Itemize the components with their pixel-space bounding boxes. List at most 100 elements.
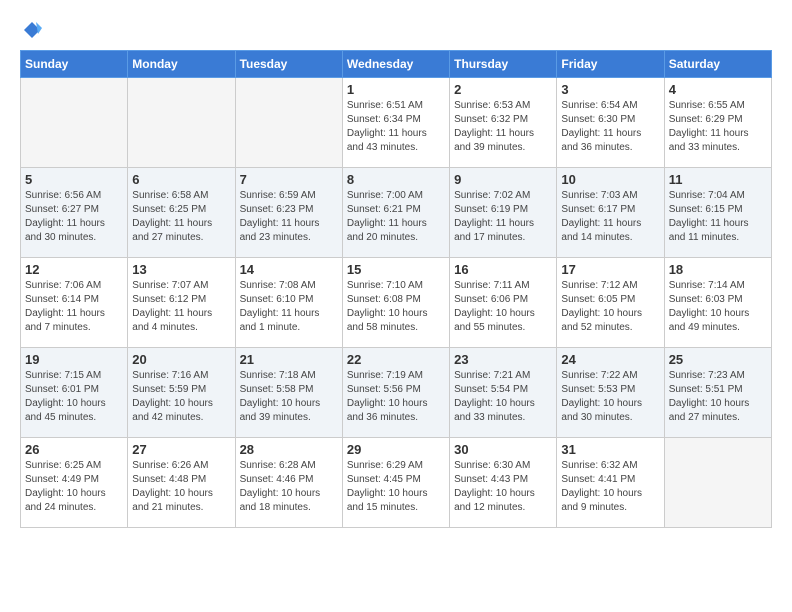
calendar-day-25: 25 Sunrise: 7:23 AM Sunset: 5:51 PM Dayli… bbox=[664, 348, 771, 438]
calendar-day-7: 7 Sunrise: 6:59 AM Sunset: 6:23 PM Daylig… bbox=[235, 168, 342, 258]
day-number: 1 bbox=[347, 82, 445, 97]
day-number: 25 bbox=[669, 352, 767, 367]
day-info: Sunrise: 6:58 AM Sunset: 6:25 PM Dayligh… bbox=[132, 189, 230, 245]
day-info: Sunrise: 7:00 AM Sunset: 6:21 PM Dayligh… bbox=[347, 189, 445, 245]
calendar-day-13: 13Sunrise: 7:07 AM Sunset: 6:12 PM Dayli… bbox=[128, 258, 235, 348]
weekday-header-sunday: Sunday bbox=[21, 51, 128, 78]
calendar-day-12: 12 Sunrise: 7:06 AM Sunset: 6:14 PM Dayli… bbox=[21, 258, 128, 348]
calendar-day-16: 16Sunrise: 7:11 AM Sunset: 6:06 PM Dayli… bbox=[450, 258, 557, 348]
day-info: Sunrise: 7:18 AM Sunset: 5:58 PM Dayligh… bbox=[240, 369, 338, 425]
day-info: Sunrise: 7:06 AM Sunset: 6:14 PM Dayligh… bbox=[25, 279, 123, 335]
calendar-day-9: 9 Sunrise: 7:02 AM Sunset: 6:19 PM Daylig… bbox=[450, 168, 557, 258]
calendar-day-5: 5 Sunrise: 6:56 AM Sunset: 6:27 PM Daylig… bbox=[21, 168, 128, 258]
day-info: Sunrise: 7:15 AM Sunset: 6:01 PM Dayligh… bbox=[25, 369, 123, 425]
calendar-day-18: 18 Sunrise: 7:14 AM Sunset: 6:03 PM Dayli… bbox=[664, 258, 771, 348]
calendar-empty-cell bbox=[664, 438, 771, 528]
day-number: 16 bbox=[454, 262, 552, 277]
day-number: 28 bbox=[240, 442, 338, 457]
day-number: 22 bbox=[347, 352, 445, 367]
day-number: 30 bbox=[454, 442, 552, 457]
day-number: 26 bbox=[25, 442, 123, 457]
day-number: 17 bbox=[561, 262, 659, 277]
day-number: 10 bbox=[561, 172, 659, 187]
calendar-day-1: 1 Sunrise: 6:51 AM Sunset: 6:34 PM Daylig… bbox=[342, 78, 449, 168]
day-info: Sunrise: 7:16 AM Sunset: 5:59 PM Dayligh… bbox=[132, 369, 230, 425]
calendar-empty-cell bbox=[128, 78, 235, 168]
calendar-week-row: 1 Sunrise: 6:51 AM Sunset: 6:34 PM Daylig… bbox=[21, 78, 772, 168]
day-number: 6 bbox=[132, 172, 230, 187]
day-info: Sunrise: 7:21 AM Sunset: 5:54 PM Dayligh… bbox=[454, 369, 552, 425]
day-info: Sunrise: 7:03 AM Sunset: 6:17 PM Dayligh… bbox=[561, 189, 659, 245]
day-info: Sunrise: 7:08 AM Sunset: 6:10 PM Dayligh… bbox=[240, 279, 338, 335]
day-number: 8 bbox=[347, 172, 445, 187]
day-info: Sunrise: 7:02 AM Sunset: 6:19 PM Dayligh… bbox=[454, 189, 552, 245]
day-info: Sunrise: 6:55 AM Sunset: 6:29 PM Dayligh… bbox=[669, 99, 767, 155]
day-number: 2 bbox=[454, 82, 552, 97]
day-info: Sunrise: 6:30 AM Sunset: 4:43 PM Dayligh… bbox=[454, 459, 552, 515]
logo bbox=[20, 20, 42, 40]
logo-icon bbox=[22, 20, 42, 40]
weekday-header-friday: Friday bbox=[557, 51, 664, 78]
calendar-day-17: 17 Sunrise: 7:12 AM Sunset: 6:05 PM Dayli… bbox=[557, 258, 664, 348]
day-info: Sunrise: 6:29 AM Sunset: 4:45 PM Dayligh… bbox=[347, 459, 445, 515]
day-info: Sunrise: 6:59 AM Sunset: 6:23 PM Dayligh… bbox=[240, 189, 338, 245]
day-info: Sunrise: 7:12 AM Sunset: 6:05 PM Dayligh… bbox=[561, 279, 659, 335]
day-number: 18 bbox=[669, 262, 767, 277]
weekday-header-row: SundayMondayTuesdayWednesdayThursdayFrid… bbox=[21, 51, 772, 78]
calendar-day-24: 24 Sunrise: 7:22 AM Sunset: 5:53 PM Dayli… bbox=[557, 348, 664, 438]
calendar-day-15: 15Sunrise: 7:10 AM Sunset: 6:08 PM Dayli… bbox=[342, 258, 449, 348]
day-number: 7 bbox=[240, 172, 338, 187]
day-number: 4 bbox=[669, 82, 767, 97]
calendar-week-row: 19Sunrise: 7:15 AM Sunset: 6:01 PM Dayli… bbox=[21, 348, 772, 438]
calendar-day-10: 10 Sunrise: 7:03 AM Sunset: 6:17 PM Dayli… bbox=[557, 168, 664, 258]
day-number: 14 bbox=[240, 262, 338, 277]
day-info: Sunrise: 7:14 AM Sunset: 6:03 PM Dayligh… bbox=[669, 279, 767, 335]
day-number: 9 bbox=[454, 172, 552, 187]
calendar-empty-cell bbox=[21, 78, 128, 168]
day-info: Sunrise: 6:51 AM Sunset: 6:34 PM Dayligh… bbox=[347, 99, 445, 155]
day-number: 27 bbox=[132, 442, 230, 457]
calendar-empty-cell bbox=[235, 78, 342, 168]
weekday-header-thursday: Thursday bbox=[450, 51, 557, 78]
day-info: Sunrise: 6:56 AM Sunset: 6:27 PM Dayligh… bbox=[25, 189, 123, 245]
page-header bbox=[20, 20, 772, 40]
calendar-day-14: 14 Sunrise: 7:08 AM Sunset: 6:10 PM Dayli… bbox=[235, 258, 342, 348]
calendar-week-row: 5 Sunrise: 6:56 AM Sunset: 6:27 PM Daylig… bbox=[21, 168, 772, 258]
day-number: 12 bbox=[25, 262, 123, 277]
day-info: Sunrise: 7:10 AM Sunset: 6:08 PM Dayligh… bbox=[347, 279, 445, 335]
calendar-table: SundayMondayTuesdayWednesdayThursdayFrid… bbox=[20, 50, 772, 528]
calendar-day-11: 11Sunrise: 7:04 AM Sunset: 6:15 PM Dayli… bbox=[664, 168, 771, 258]
day-info: Sunrise: 7:19 AM Sunset: 5:56 PM Dayligh… bbox=[347, 369, 445, 425]
day-info: Sunrise: 6:54 AM Sunset: 6:30 PM Dayligh… bbox=[561, 99, 659, 155]
calendar-day-31: 31 Sunrise: 6:32 AM Sunset: 4:41 PM Dayli… bbox=[557, 438, 664, 528]
calendar-day-20: 20 Sunrise: 7:16 AM Sunset: 5:59 PM Dayli… bbox=[128, 348, 235, 438]
day-info: Sunrise: 7:07 AM Sunset: 6:12 PM Dayligh… bbox=[132, 279, 230, 335]
day-info: Sunrise: 6:28 AM Sunset: 4:46 PM Dayligh… bbox=[240, 459, 338, 515]
day-info: Sunrise: 6:32 AM Sunset: 4:41 PM Dayligh… bbox=[561, 459, 659, 515]
day-info: Sunrise: 6:25 AM Sunset: 4:49 PM Dayligh… bbox=[25, 459, 123, 515]
day-info: Sunrise: 7:22 AM Sunset: 5:53 PM Dayligh… bbox=[561, 369, 659, 425]
day-number: 31 bbox=[561, 442, 659, 457]
calendar-day-19: 19Sunrise: 7:15 AM Sunset: 6:01 PM Dayli… bbox=[21, 348, 128, 438]
calendar-day-28: 28 Sunrise: 6:28 AM Sunset: 4:46 PM Dayli… bbox=[235, 438, 342, 528]
calendar-day-6: 6 Sunrise: 6:58 AM Sunset: 6:25 PM Daylig… bbox=[128, 168, 235, 258]
day-number: 23 bbox=[454, 352, 552, 367]
calendar-day-27: 27Sunrise: 6:26 AM Sunset: 4:48 PM Dayli… bbox=[128, 438, 235, 528]
calendar-day-23: 23 Sunrise: 7:21 AM Sunset: 5:54 PM Dayli… bbox=[450, 348, 557, 438]
day-number: 11 bbox=[669, 172, 767, 187]
calendar-day-21: 21 Sunrise: 7:18 AM Sunset: 5:58 PM Dayli… bbox=[235, 348, 342, 438]
calendar-day-29: 29Sunrise: 6:29 AM Sunset: 4:45 PM Dayli… bbox=[342, 438, 449, 528]
day-number: 5 bbox=[25, 172, 123, 187]
day-info: Sunrise: 7:23 AM Sunset: 5:51 PM Dayligh… bbox=[669, 369, 767, 425]
calendar-day-2: 2Sunrise: 6:53 AM Sunset: 6:32 PM Daylig… bbox=[450, 78, 557, 168]
calendar-week-row: 26 Sunrise: 6:25 AM Sunset: 4:49 PM Dayli… bbox=[21, 438, 772, 528]
weekday-header-tuesday: Tuesday bbox=[235, 51, 342, 78]
calendar-day-3: 3Sunrise: 6:54 AM Sunset: 6:30 PM Daylig… bbox=[557, 78, 664, 168]
calendar-day-26: 26 Sunrise: 6:25 AM Sunset: 4:49 PM Dayli… bbox=[21, 438, 128, 528]
day-number: 21 bbox=[240, 352, 338, 367]
day-number: 20 bbox=[132, 352, 230, 367]
day-number: 24 bbox=[561, 352, 659, 367]
calendar-week-row: 12 Sunrise: 7:06 AM Sunset: 6:14 PM Dayli… bbox=[21, 258, 772, 348]
calendar-day-22: 22 Sunrise: 7:19 AM Sunset: 5:56 PM Dayli… bbox=[342, 348, 449, 438]
weekday-header-wednesday: Wednesday bbox=[342, 51, 449, 78]
